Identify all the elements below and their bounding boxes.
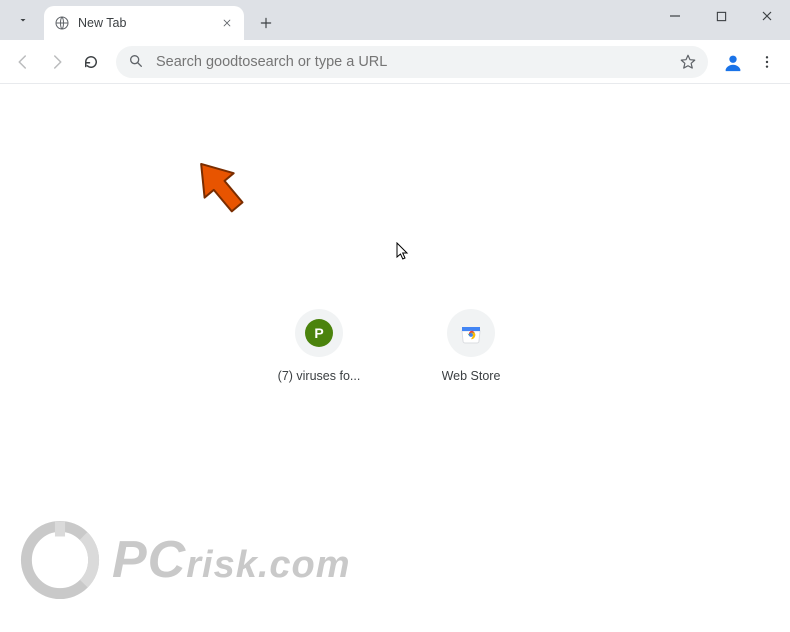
letter-p-icon: P — [305, 319, 333, 347]
window-controls — [652, 0, 790, 40]
bookmark-button[interactable] — [674, 48, 702, 76]
watermark-prefix: PC — [112, 531, 186, 589]
profile-button[interactable] — [718, 47, 748, 77]
shortcuts-row: P (7) viruses fo... Web Store — [263, 309, 527, 383]
reload-button[interactable] — [76, 47, 106, 77]
new-tab-button[interactable] — [252, 9, 280, 37]
webstore-icon — [459, 321, 483, 345]
tab-close-button[interactable] — [218, 14, 236, 32]
menu-button[interactable] — [752, 47, 782, 77]
back-button[interactable] — [8, 47, 38, 77]
annotation-arrow — [188, 150, 258, 230]
shortcut-label: (7) viruses fo... — [278, 369, 361, 383]
chevron-down-icon — [17, 14, 29, 26]
kebab-icon — [759, 54, 775, 70]
plus-icon — [259, 16, 273, 30]
maximize-icon — [716, 11, 727, 22]
shortcut-tile[interactable]: Web Store — [415, 309, 527, 383]
mouse-cursor — [396, 242, 412, 262]
tab-search-button[interactable] — [6, 3, 40, 37]
profile-icon — [722, 51, 744, 73]
ntp-content: P (7) viruses fo... Web Store — [0, 84, 790, 632]
watermark-logo-icon — [18, 518, 102, 602]
toolbar — [0, 40, 790, 84]
arrow-right-icon — [48, 53, 66, 71]
close-icon — [222, 18, 232, 28]
address-input[interactable] — [156, 54, 674, 70]
cursor-icon — [396, 242, 412, 262]
close-icon — [761, 10, 773, 22]
minimize-icon — [669, 10, 681, 22]
browser-tab[interactable]: New Tab — [44, 6, 244, 40]
tab-title: New Tab — [78, 16, 126, 30]
globe-icon — [54, 15, 70, 31]
tab-strip: New Tab — [0, 0, 790, 40]
watermark: PCrisk.com — [18, 518, 351, 602]
forward-button[interactable] — [42, 47, 72, 77]
watermark-suffix: risk.com — [186, 544, 350, 586]
shortcut-label: Web Store — [442, 369, 501, 383]
star-icon — [679, 53, 697, 71]
address-bar[interactable] — [116, 46, 708, 78]
arrow-left-icon — [14, 53, 32, 71]
maximize-button[interactable] — [698, 0, 744, 32]
shortcut-tile[interactable]: P (7) viruses fo... — [263, 309, 375, 383]
search-icon — [128, 53, 146, 71]
minimize-button[interactable] — [652, 0, 698, 32]
reload-icon — [82, 53, 100, 71]
window-close-button[interactable] — [744, 0, 790, 32]
shortcut-icon-wrap: P — [295, 309, 343, 357]
arrow-pointer-icon — [188, 150, 258, 230]
shortcut-icon-wrap — [447, 309, 495, 357]
watermark-text: PCrisk.com — [112, 530, 351, 590]
